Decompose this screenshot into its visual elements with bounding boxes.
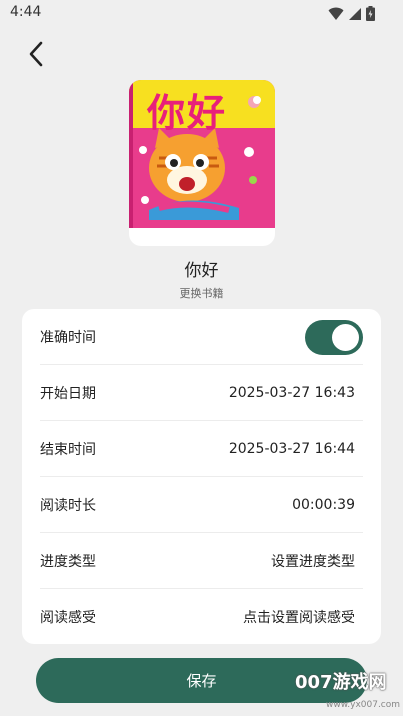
row-label: 阅读时长 [40, 498, 96, 514]
chevron-left-icon [29, 41, 43, 67]
watermark-logo: 007游戏网 [295, 672, 387, 693]
reading-feeling-value: 点击设置阅读感受 [243, 610, 355, 626]
watermark-url: www.yx007.com [326, 700, 401, 710]
change-book-link[interactable]: 更换书籍 [0, 285, 403, 301]
progress-type-value: 设置进度类型 [271, 554, 355, 570]
row-label: 开始日期 [40, 386, 96, 402]
end-time-value: 2025-03-27 16:44 [228, 441, 355, 457]
row-read-duration[interactable]: 阅读时长 00:00:39 [40, 477, 363, 533]
book-cover-title: 你好 [147, 91, 228, 135]
row-label: 结束时间 [40, 442, 96, 458]
row-accurate-time[interactable]: 准确时间 [40, 309, 363, 365]
battery-icon [366, 6, 375, 21]
status-time: 4:44 [10, 4, 42, 20]
row-end-time[interactable]: 结束时间 2025-03-27 16:44 [40, 421, 363, 477]
row-label: 阅读感受 [40, 610, 96, 626]
status-icons [328, 6, 375, 21]
book-cover-card[interactable]: 你好 [129, 80, 275, 246]
signal-icon [349, 7, 361, 20]
row-start-date[interactable]: 开始日期 2025-03-27 16:43 [40, 365, 363, 421]
row-reading-feeling[interactable]: 阅读感受 点击设置阅读感受 [40, 589, 363, 645]
toggle-knob [332, 323, 359, 351]
row-label: 进度类型 [40, 554, 96, 570]
record-form-panel: 准确时间 开始日期 2025-03-27 16:43 结束时间 2025-03-… [22, 309, 381, 644]
row-progress-type[interactable]: 进度类型 设置进度类型 [40, 533, 363, 589]
accurate-time-toggle[interactable] [305, 319, 363, 355]
back-button[interactable] [20, 38, 52, 70]
status-bar: 4:44 [0, 0, 403, 28]
wifi-icon [328, 7, 344, 20]
book-title: 你好 [184, 261, 219, 281]
read-duration-value: 00:00:39 [292, 497, 355, 513]
start-date-value: 2025-03-27 16:43 [228, 385, 355, 401]
row-label: 准确时间 [40, 330, 96, 346]
